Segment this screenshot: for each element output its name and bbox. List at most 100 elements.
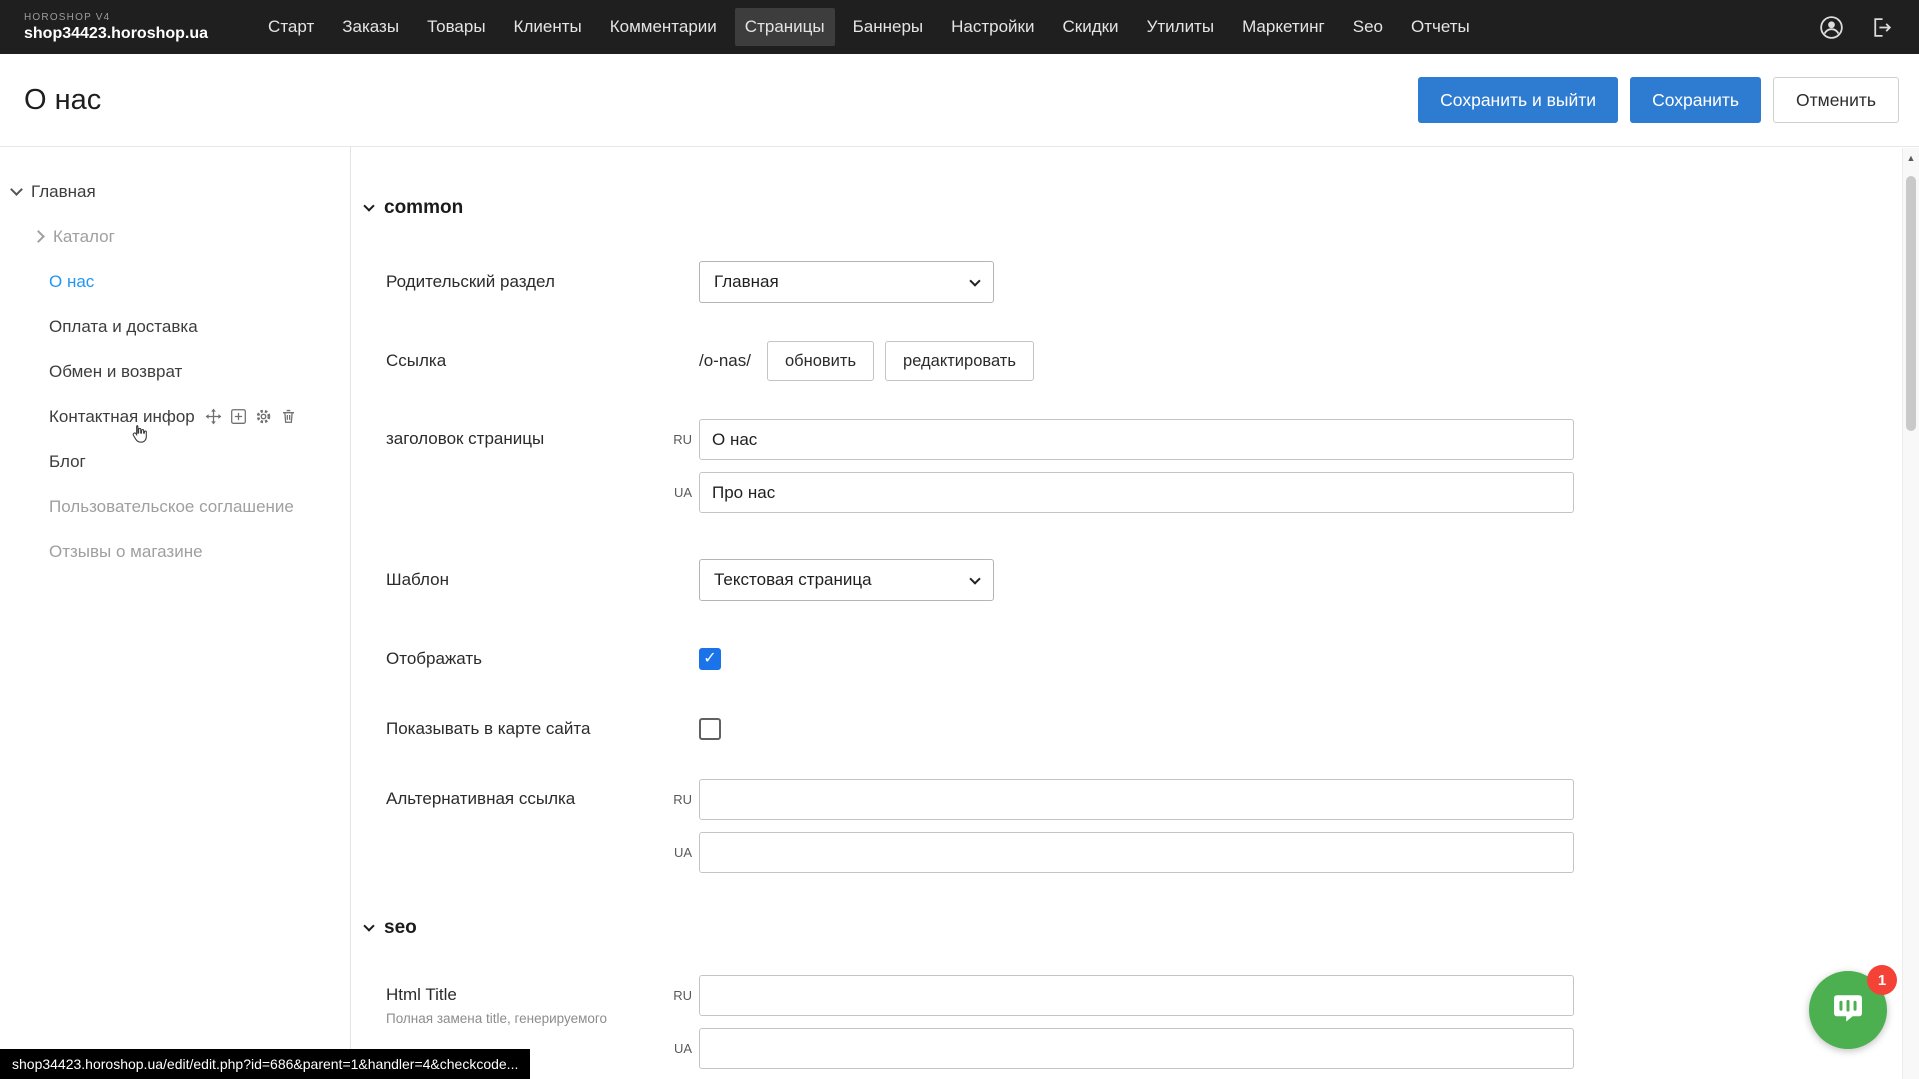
tree-item-label: Каталог (53, 227, 115, 247)
nav-item-banners[interactable]: Баннеры (843, 8, 934, 46)
sitemap-checkbox[interactable] (699, 718, 721, 740)
save-button[interactable]: Сохранить (1630, 77, 1761, 123)
lang-label-ua: UA (662, 845, 692, 860)
field-label: Ссылка (386, 351, 699, 371)
vertical-scrollbar[interactable]: ▲ (1902, 148, 1919, 1079)
field-label: Html Title Полная замена title, генериру… (386, 975, 699, 1026)
field-label: Альтернативная ссылка (386, 779, 699, 809)
parent-section-select[interactable]: Главная (699, 261, 994, 303)
template-select[interactable]: Текстовая страница (699, 559, 994, 601)
brand-version: HOROSHOP V4 (24, 12, 208, 24)
field-label: Отображать (386, 649, 699, 669)
nav-item-reports[interactable]: Отчеты (1401, 8, 1480, 46)
sidebar-item-payment-delivery[interactable]: Оплата и доставка (0, 304, 350, 349)
page-header: О нас Сохранить и выйти Сохранить Отмени… (0, 54, 1919, 147)
nav-item-utilities[interactable]: Утилиты (1137, 8, 1225, 46)
brand-logo[interactable]: HOROSHOP V4 shop34423.horoshop.ua (24, 12, 208, 43)
sidebar-item-home[interactable]: Главная (0, 169, 350, 214)
chevron-down-icon (10, 183, 23, 196)
html-title-ru-input[interactable] (699, 975, 1574, 1016)
cancel-button[interactable]: Отменить (1773, 77, 1899, 123)
lang-label-ru: RU (662, 988, 692, 1003)
brand-domain: shop34423.horoshop.ua (24, 24, 208, 43)
nav-item-pages[interactable]: Страницы (735, 8, 835, 46)
section-common[interactable]: common (365, 197, 1919, 219)
logout-icon[interactable] (1867, 13, 1895, 41)
tree-item-label: Главная (31, 182, 96, 202)
sidebar-item-about[interactable]: О нас (0, 259, 350, 304)
link-update-button[interactable]: обновить (767, 341, 874, 381)
html-title-ua-input[interactable] (699, 1028, 1574, 1069)
tree-item-label: Обмен и возврат (49, 362, 182, 382)
nav-item-clients[interactable]: Клиенты (504, 8, 592, 46)
page-title: О нас (24, 84, 101, 117)
lang-label-ua: UA (662, 1041, 692, 1056)
chevron-down-icon (969, 573, 980, 584)
settings-gear-icon[interactable] (255, 408, 272, 425)
page-title-ru-input[interactable] (699, 419, 1574, 460)
page-title-ua-input[interactable] (699, 472, 1574, 513)
field-display: Отображать (386, 639, 1919, 679)
sidebar-item-contact-info[interactable]: Контактная инфор (0, 394, 350, 439)
move-icon[interactable] (205, 408, 222, 425)
chevron-down-icon (969, 275, 980, 286)
tree-item-actions (205, 408, 297, 425)
tree-item-label: Отзывы о магазине (49, 542, 203, 562)
nav-item-settings[interactable]: Настройки (941, 8, 1044, 46)
tree-item-label: Пользовательское соглашение (49, 497, 294, 517)
nav-item-discounts[interactable]: Скидки (1052, 8, 1128, 46)
chevron-down-icon (363, 200, 374, 211)
topbar: HOROSHOP V4 shop34423.horoshop.ua Старт … (0, 0, 1919, 54)
field-label: Показывать в карте сайта (386, 719, 699, 739)
sidebar-item-blog[interactable]: Блог (0, 439, 350, 484)
link-edit-button[interactable]: редактировать (885, 341, 1034, 381)
chevron-right-icon (32, 230, 45, 243)
lang-label-ru: RU (662, 432, 692, 447)
top-navigation: Старт Заказы Товары Клиенты Комментарии … (258, 8, 1480, 46)
alt-link-ua-input[interactable] (699, 832, 1574, 873)
field-hint: Полная замена title, генерируемого (386, 1011, 699, 1026)
select-value: Главная (714, 272, 779, 292)
field-link: Ссылка /o-nas/ обновить редактировать (386, 341, 1919, 381)
sidebar-item-store-reviews[interactable]: Отзывы о магазине (0, 529, 350, 574)
user-account-icon[interactable] (1817, 13, 1845, 41)
field-sitemap: Показывать в карте сайта (386, 709, 1919, 749)
tree-item-label: О нас (49, 272, 94, 292)
select-value: Текстовая страница (714, 570, 872, 590)
sidebar-item-user-agreement[interactable]: Пользовательское соглашение (0, 484, 350, 529)
field-parent-section: Родительский раздел Главная (386, 261, 1919, 303)
field-label: заголовок страницы (386, 419, 699, 449)
link-path-value: /o-nas/ (699, 351, 751, 371)
field-page-title: заголовок страницы RU UA (386, 419, 1919, 513)
display-checkbox[interactable] (699, 648, 721, 670)
nav-item-orders[interactable]: Заказы (332, 8, 409, 46)
tree-item-label: Контактная инфор (49, 407, 195, 427)
nav-item-products[interactable]: Товары (417, 8, 495, 46)
sidebar-item-exchange-return[interactable]: Обмен и возврат (0, 349, 350, 394)
tree-item-label: Блог (49, 452, 86, 472)
field-alt-link: Альтернативная ссылка RU UA (386, 779, 1919, 873)
page-edit-form: common Родительский раздел Главная Ссылк… (351, 147, 1919, 1078)
delete-trash-icon[interactable] (280, 408, 297, 425)
tree-item-label: Оплата и доставка (49, 317, 198, 337)
status-url-tooltip: shop34423.horoshop.ua/edit/edit.php?id=6… (0, 1049, 530, 1079)
scroll-up-icon[interactable]: ▲ (1903, 148, 1919, 163)
nav-item-comments[interactable]: Комментарии (600, 8, 727, 46)
save-and-exit-button[interactable]: Сохранить и выйти (1418, 77, 1618, 123)
nav-item-seo[interactable]: Seo (1343, 8, 1393, 46)
chat-widget-button[interactable]: 1 (1809, 971, 1887, 1049)
section-seo[interactable]: seo (365, 917, 1919, 939)
alt-link-ru-input[interactable] (699, 779, 1574, 820)
lang-label-ua: UA (662, 485, 692, 500)
sidebar-item-catalog[interactable]: Каталог (0, 214, 350, 259)
add-page-icon[interactable] (230, 408, 247, 425)
scrollbar-thumb[interactable] (1906, 176, 1916, 431)
chevron-down-icon (363, 920, 374, 931)
field-label: Родительский раздел (386, 272, 699, 292)
pages-tree-sidebar: Главная Каталог О нас Оплата и доставка … (0, 147, 351, 1078)
chat-unread-badge: 1 (1867, 965, 1897, 995)
field-html-title: Html Title Полная замена title, генериру… (386, 975, 1919, 1069)
nav-item-start[interactable]: Старт (258, 8, 324, 46)
field-template: Шаблон Текстовая страница (386, 559, 1919, 601)
nav-item-marketing[interactable]: Маркетинг (1232, 8, 1335, 46)
